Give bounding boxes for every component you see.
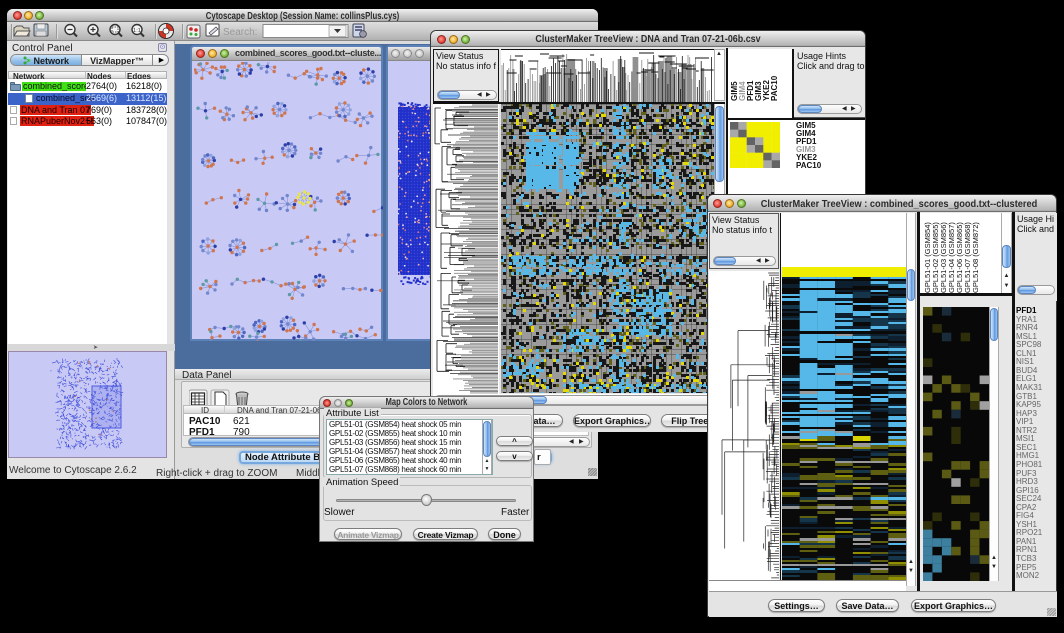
svg-text:Search:: Search: <box>223 27 257 38</box>
svg-text:PAC10: PAC10 <box>770 75 779 101</box>
svg-text:1:1: 1:1 <box>133 28 141 34</box>
svg-text:GPL51-08 (GSM872): GPL51-08 (GSM872) <box>971 222 980 293</box>
